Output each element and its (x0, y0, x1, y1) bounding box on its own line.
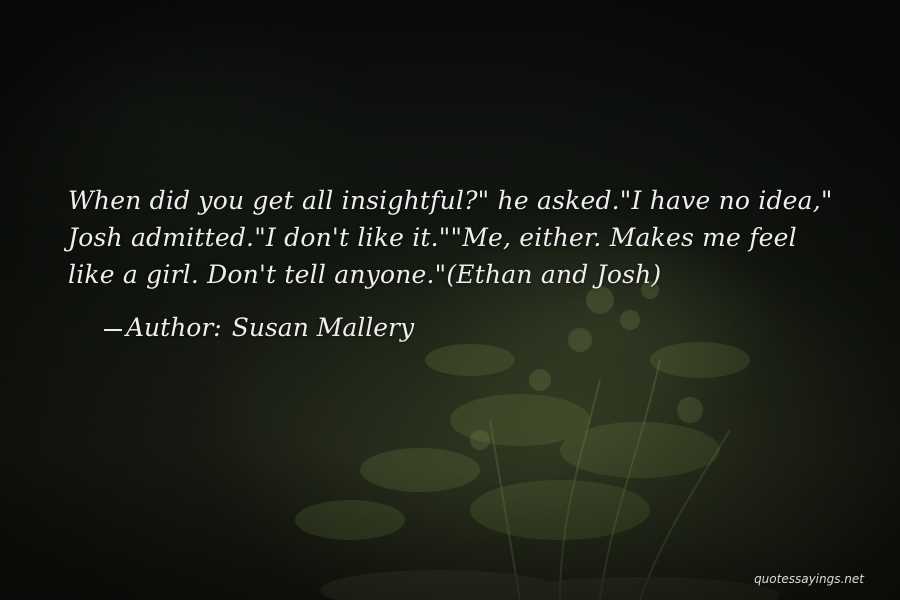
quote-card: When did you get all insightful?" he ask… (0, 0, 900, 600)
site-watermark: quotessayings.net (754, 572, 864, 586)
quote-text: When did you get all insightful?" he ask… (68, 186, 833, 289)
vignette-overlay (0, 0, 900, 600)
dash-icon (104, 328, 122, 331)
author-line: Author: Susan Mallery (104, 309, 414, 346)
author-name: Susan Mallery (231, 313, 415, 342)
author-label: Author: (126, 313, 222, 342)
